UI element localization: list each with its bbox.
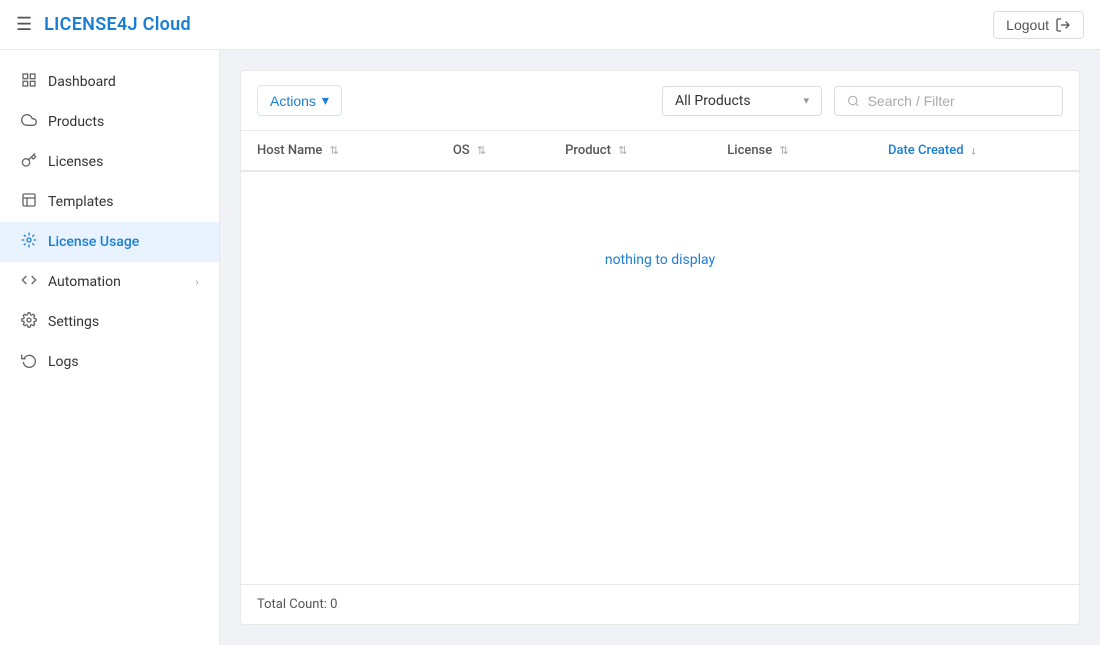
content-card: Actions ▾ All Products ▾	[240, 70, 1080, 625]
col-host-name-label: Host Name	[257, 143, 322, 158]
templates-icon	[20, 192, 38, 212]
search-icon	[847, 94, 860, 108]
actions-arrow-icon: ▾	[322, 92, 329, 109]
table-wrap: Host Name ⇅ OS ⇅ Product ⇅	[241, 131, 1079, 584]
license-usage-icon	[20, 232, 38, 252]
sidebar-item-label-settings: Settings	[48, 314, 199, 330]
sidebar-item-automation[interactable]: Automation ›	[0, 262, 219, 302]
search-input[interactable]	[868, 93, 1050, 109]
sidebar-item-label-logs: Logs	[48, 354, 199, 370]
automation-icon	[20, 272, 38, 292]
col-license-label: License	[727, 143, 772, 158]
logout-icon	[1055, 17, 1071, 33]
col-date-created-sort-icon: ↓	[971, 144, 977, 157]
sidebar-item-label-templates: Templates	[48, 194, 199, 210]
col-host-name[interactable]: Host Name ⇅	[241, 131, 437, 171]
col-product-sort-icon: ⇅	[618, 144, 627, 157]
sidebar-item-dashboard[interactable]: Dashboard	[0, 62, 219, 102]
logs-icon	[20, 352, 38, 372]
products-dropdown[interactable]: All Products ▾	[662, 86, 822, 116]
sidebar-item-label-dashboard: Dashboard	[48, 74, 199, 90]
toolbar: Actions ▾ All Products ▾	[241, 71, 1079, 131]
data-table: Host Name ⇅ OS ⇅ Product ⇅	[241, 131, 1079, 172]
table-footer: Total Count: 0	[241, 584, 1079, 624]
sidebar-item-label-licenses: Licenses	[48, 154, 199, 170]
sidebar-item-label-products: Products	[48, 114, 199, 130]
sidebar-item-templates[interactable]: Templates	[0, 182, 219, 222]
sidebar: Dashboard Products Licenses Templates Licens…	[0, 50, 220, 645]
col-os-sort-icon: ⇅	[477, 144, 486, 157]
col-host-name-sort-icon: ⇅	[330, 144, 339, 157]
total-count-label: Total Count: 0	[257, 597, 337, 612]
actions-button[interactable]: Actions ▾	[257, 85, 342, 116]
main-layout: Dashboard Products Licenses Templates Licens…	[0, 50, 1100, 645]
app-header: ☰ LICENSE4J Cloud Logout	[0, 0, 1100, 50]
settings-icon	[20, 312, 38, 332]
sidebar-item-license-usage[interactable]: License Usage	[0, 222, 219, 262]
sidebar-item-label-automation: Automation	[48, 274, 185, 290]
licenses-icon	[20, 152, 38, 172]
sidebar-item-logs[interactable]: Logs	[0, 342, 219, 382]
search-input-wrap	[834, 86, 1063, 116]
col-os[interactable]: OS ⇅	[437, 131, 549, 171]
sidebar-item-settings[interactable]: Settings	[0, 302, 219, 342]
hamburger-icon[interactable]: ☰	[16, 14, 32, 35]
actions-label: Actions	[270, 93, 316, 109]
col-date-created[interactable]: Date Created ↓	[872, 131, 1079, 171]
dashboard-icon	[20, 72, 38, 92]
empty-message: nothing to display	[241, 172, 1079, 348]
products-icon	[20, 112, 38, 132]
col-product[interactable]: Product ⇅	[549, 131, 711, 171]
automation-chevron-icon: ›	[195, 275, 199, 289]
col-license-sort-icon: ⇅	[779, 144, 788, 157]
sidebar-item-licenses[interactable]: Licenses	[0, 142, 219, 182]
dropdown-arrow-icon: ▾	[803, 94, 809, 107]
col-date-created-label: Date Created	[888, 143, 964, 158]
app-title: LICENSE4J Cloud	[44, 14, 191, 35]
sidebar-item-label-license-usage: License Usage	[48, 234, 199, 250]
table-header-row: Host Name ⇅ OS ⇅ Product ⇅	[241, 131, 1079, 171]
main-content: Actions ▾ All Products ▾	[220, 50, 1100, 645]
table-head: Host Name ⇅ OS ⇅ Product ⇅	[241, 131, 1079, 171]
logout-button[interactable]: Logout	[993, 11, 1084, 39]
col-product-label: Product	[565, 143, 611, 158]
col-os-label: OS	[453, 143, 470, 158]
dropdown-selected-label: All Products	[675, 93, 751, 109]
logout-label: Logout	[1006, 17, 1049, 33]
sidebar-item-products[interactable]: Products	[0, 102, 219, 142]
col-license[interactable]: License ⇅	[711, 131, 872, 171]
